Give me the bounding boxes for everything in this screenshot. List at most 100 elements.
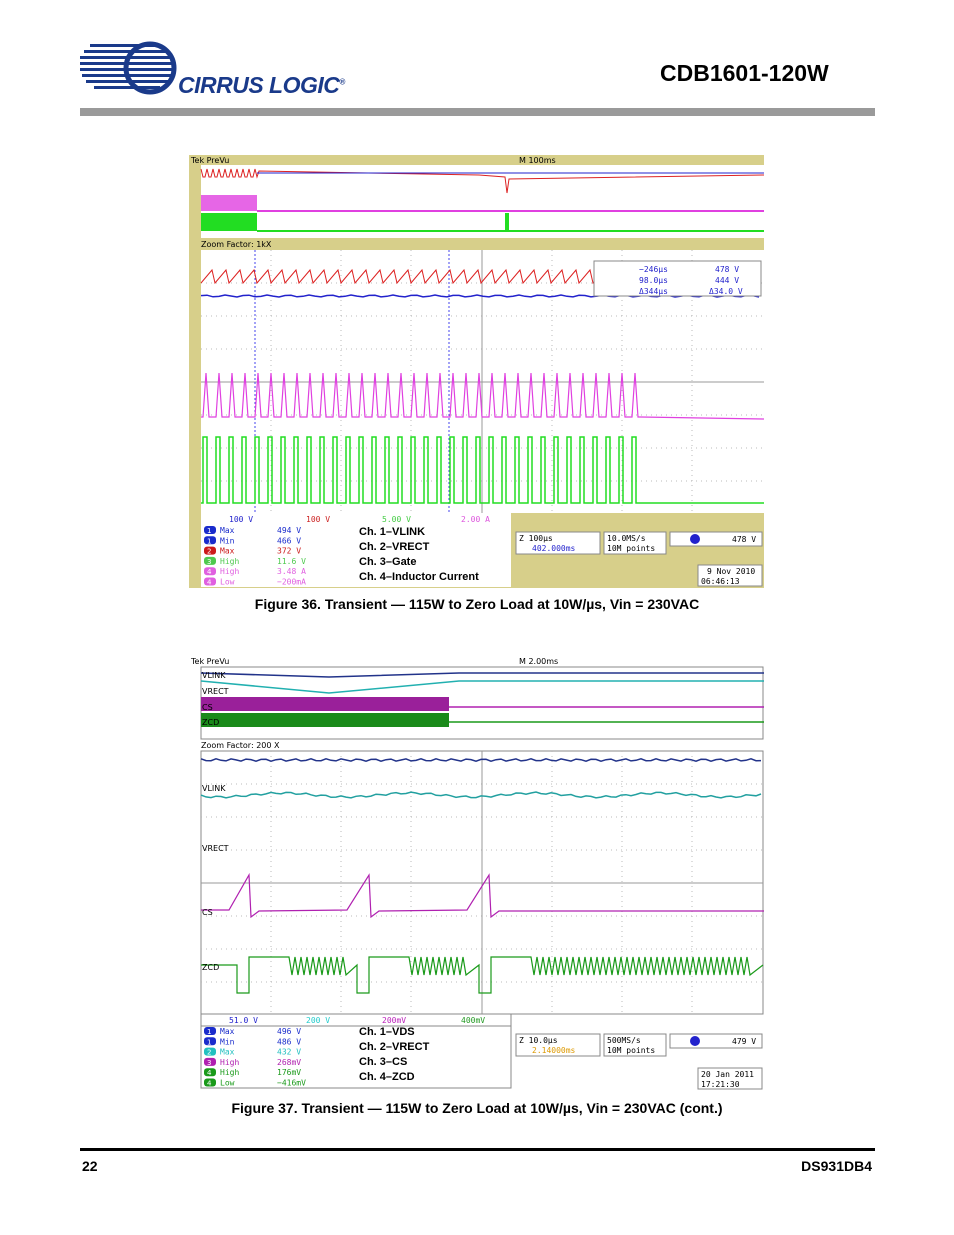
meas-label: Max <box>220 547 235 556</box>
meas-label: Min <box>220 536 235 545</box>
meas-channel: 4 <box>207 568 212 576</box>
fig37-ch4-scale: 400mV <box>461 1016 485 1025</box>
meas-value: 466 V <box>277 536 301 545</box>
fig37-legend-2: Ch. 2–VRECT <box>359 1041 430 1053</box>
fig36-cursor-r3b: Δ34.0 V <box>709 287 743 296</box>
figure36-scope-screenshot: −246µs 478 V 98.0µs 444 V Δ344µs Δ34.0 V… <box>189 155 764 588</box>
fig37-trace-label-cs: CS <box>202 908 213 917</box>
fig37-trace-label-vrect-top: VRECT <box>202 687 229 696</box>
figure36-caption: Figure 36. Transient — 115W to Zero Load… <box>254 596 700 612</box>
document-id: DS931DB4 <box>801 1158 872 1174</box>
fig36-ch2-scale: 100 V <box>306 515 330 524</box>
fig37-trace-label-vrect: VRECT <box>202 844 229 853</box>
meas-channel: 3 <box>207 1059 211 1067</box>
fig37-legend-3: Ch. 3–CS <box>359 1056 407 1068</box>
fig36-time: 06:46:13 <box>701 577 740 586</box>
figure37-caption: Figure 37. Transient — 115W to Zero Load… <box>231 1100 723 1116</box>
fig36-trigger-pos: 402.000ms <box>532 544 576 553</box>
fig37-trigger-pos: 2.14000ms <box>532 1046 576 1055</box>
meas-channel: 2 <box>207 548 211 556</box>
fig37-trace-label-vlink: VLINK <box>202 784 226 793</box>
cirrus-logo-icon <box>80 41 177 95</box>
fig37-timebase: Z 10.0µs <box>519 1036 558 1045</box>
logo-wordmark: CIRRUS LOGIC® <box>178 72 345 99</box>
meas-value: −200mA <box>277 578 306 587</box>
fig36-date: 9 Nov 2010 <box>707 567 755 576</box>
fig37-trace-label-zcd-top: ZCD <box>202 718 219 727</box>
fig37-ch1-scale: 51.0 V <box>229 1016 258 1025</box>
fig37-time: 17:21:30 <box>701 1080 740 1089</box>
meas-value: 372 V <box>277 547 301 556</box>
meas-value: 3.48 A <box>277 567 306 576</box>
fig37-top-mid: M 2.00ms <box>519 657 558 666</box>
fig36-cursor-r2b: 444 V <box>715 276 739 285</box>
fig36-top-left: Tek PreVu <box>190 156 229 165</box>
fig37-ch3-scale: 200mV <box>382 1016 406 1025</box>
meas-label: Max <box>220 1027 235 1036</box>
fig37-trace-label-cs-top: CS <box>202 703 213 712</box>
fig36-top-mid: M 100ms <box>519 156 556 165</box>
fig37-zoom-label: Zoom Factor: 200 X <box>201 741 280 750</box>
document-title: CDB1601-120W <box>660 60 829 86</box>
fig36-trigger-level: 478 V <box>732 535 756 544</box>
meas-label: High <box>220 557 239 566</box>
fig36-cursor-r1a: −246µs <box>639 265 668 274</box>
meas-channel: 4 <box>207 1080 212 1088</box>
meas-value: 432 V <box>277 1048 301 1057</box>
fig37-ch2-scale: 200 V <box>306 1016 330 1025</box>
meas-channel: 1 <box>207 537 211 545</box>
fig37-trigger-level: 479 V <box>732 1037 756 1046</box>
header-divider <box>80 108 875 116</box>
meas-label: High <box>220 567 239 576</box>
meas-label: Low <box>220 1079 235 1088</box>
meas-value: −416mV <box>277 1079 306 1088</box>
fig36-legend-2: Ch. 2–VRECT <box>359 541 430 553</box>
fig36-cursor-r2a: 98.0µs <box>639 276 668 285</box>
meas-label: Min <box>220 1037 235 1046</box>
fig37-overview-zcd-burst <box>201 713 449 727</box>
cirrus-logo <box>80 40 190 96</box>
meas-value: 11.6 V <box>277 557 306 566</box>
fig36-ch4-scale: 2.00 A <box>461 515 490 524</box>
meas-value: 496 V <box>277 1027 301 1036</box>
fig36-overview-gate-burst <box>201 213 257 231</box>
meas-value: 176mV <box>277 1068 301 1077</box>
meas-channel: 3 <box>207 558 211 566</box>
page-number: 22 <box>82 1158 98 1174</box>
fig36-cursor-r1b: 478 V <box>715 265 739 274</box>
meas-channel: 4 <box>207 579 212 587</box>
fig36-ch1-scale: 100 V <box>229 515 253 524</box>
meas-channel: 4 <box>207 1069 212 1077</box>
fig36-timebase: Z 100µs <box>519 534 553 543</box>
fig36-cursor-r3a: Δ344µs <box>639 287 668 296</box>
meas-value: 494 V <box>277 526 301 535</box>
meas-label: Low <box>220 578 235 587</box>
fig37-legend-4: Ch. 4–ZCD <box>359 1071 415 1083</box>
fig36-sample-rate: 10.0MS/s <box>607 534 646 543</box>
fig37-trace-label-zcd: ZCD <box>202 963 219 972</box>
fig36-record: 10M points <box>607 544 655 553</box>
figure37-scope-screenshot: Tek PreVu M 2.00ms Zoom Factor: 200 X VL… <box>189 655 764 1091</box>
fig37-date: 20 Jan 2011 <box>701 1070 754 1079</box>
meas-channel: 1 <box>207 527 211 535</box>
meas-value: 268mV <box>277 1058 301 1067</box>
fig36-legend-1: Ch. 1–VLINK <box>359 526 425 538</box>
fig36-overview-gate-spike <box>505 213 509 231</box>
fig37-record: 10M points <box>607 1046 655 1055</box>
fig37-top-left: Tek PreVu <box>190 657 229 666</box>
meas-channel: 1 <box>207 1028 211 1036</box>
footer-divider <box>80 1148 875 1151</box>
meas-label: Max <box>220 526 235 535</box>
logo-text: CIRRUS LOGIC <box>178 72 340 98</box>
fig36-ch3-scale: 5.00 V <box>382 515 411 524</box>
meas-label: Max <box>220 1048 235 1057</box>
fig36-legend-3: Ch. 3–Gate <box>359 556 416 568</box>
meas-label: High <box>220 1068 239 1077</box>
fig36-legend-4: Ch. 4–Inductor Current <box>359 571 479 583</box>
fig37-sample-rate: 500MS/s <box>607 1036 641 1045</box>
fig37-legend-1: Ch. 1–VDS <box>359 1026 415 1038</box>
meas-value: 486 V <box>277 1037 301 1046</box>
meas-label: High <box>220 1058 239 1067</box>
fig36-overview-current-burst <box>201 195 257 211</box>
fig37-trace-label-vlink-top: VLINK <box>202 671 226 680</box>
